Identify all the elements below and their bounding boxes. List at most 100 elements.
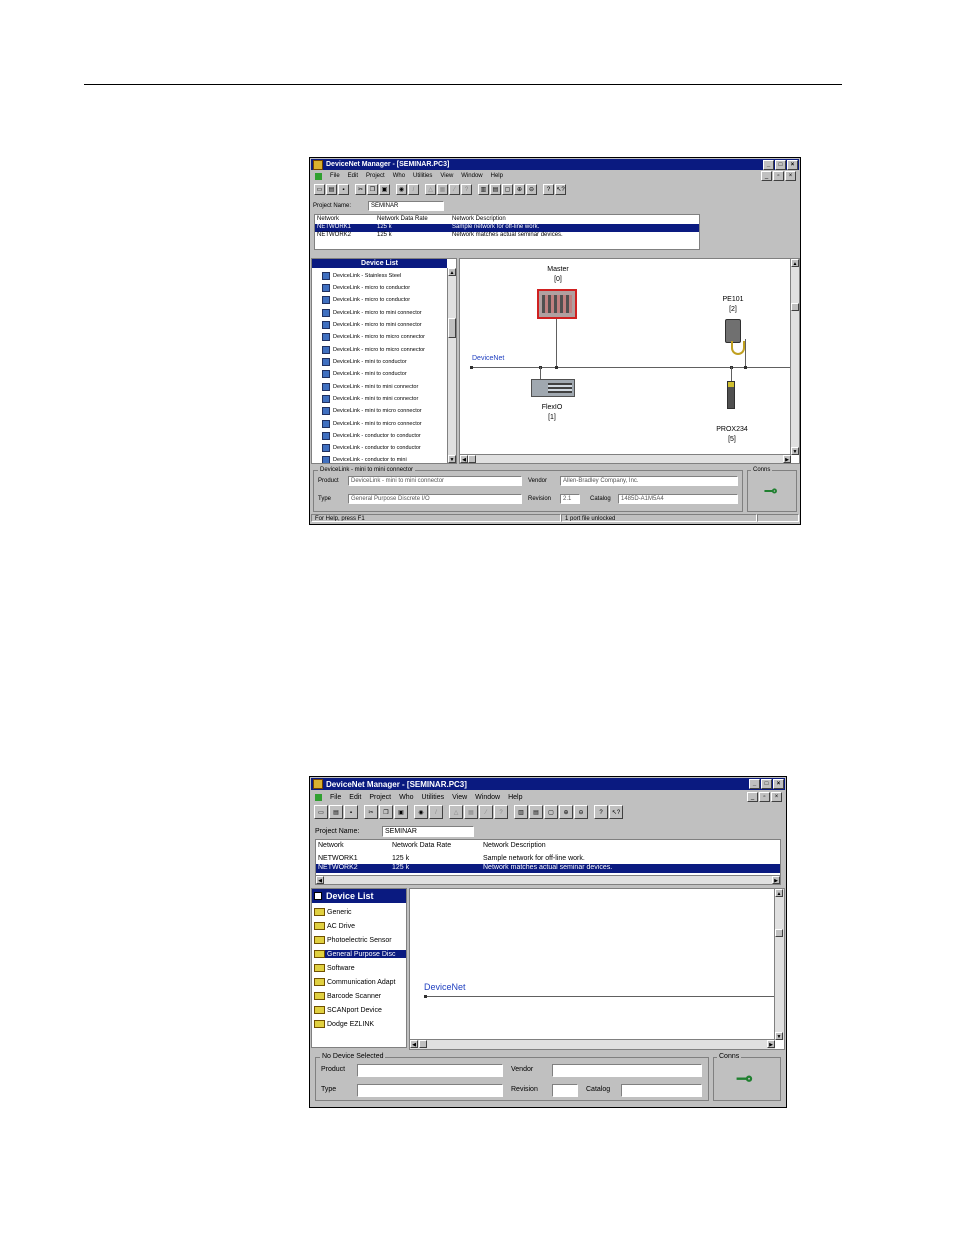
menu-window[interactable]: Window [475, 794, 500, 801]
scroll-up-icon[interactable]: ▲ [448, 268, 456, 276]
new-icon[interactable]: ▭ [314, 805, 328, 819]
tool-d-icon[interactable]: ? [494, 805, 508, 819]
who-icon[interactable]: ◉ [396, 183, 407, 195]
network-view[interactable]: Master [0] PE101 [2] DeviceNet FlexIO [1] P… [459, 258, 800, 464]
menu-help[interactable]: Help [508, 794, 522, 801]
proximity-sensor-icon[interactable] [727, 381, 735, 409]
tool-b-icon[interactable]: ▦ [437, 183, 448, 195]
copy-icon[interactable]: ❐ [379, 805, 393, 819]
list-item[interactable]: Communication Adapt [314, 978, 395, 986]
scroll-right-icon[interactable]: ▶ [772, 876, 780, 884]
menu-edit[interactable]: Edit [348, 173, 358, 179]
tool-d-icon[interactable]: ? [461, 183, 472, 195]
menu-who[interactable]: Who [393, 173, 405, 179]
close-button[interactable]: × [773, 779, 784, 789]
layout-3-icon[interactable]: ▢ [544, 805, 558, 819]
menu-utilities[interactable]: Utilities [413, 173, 432, 179]
scanner-device-icon[interactable] [537, 289, 577, 319]
save-icon[interactable]: ▪ [344, 805, 358, 819]
catalog-field[interactable]: 1485D-A1M5A4 [618, 494, 738, 504]
scroll-thumb[interactable] [791, 303, 799, 311]
list-item[interactable]: Dodge EZLINK [314, 1020, 374, 1028]
menu-file[interactable]: File [330, 794, 341, 801]
table-row[interactable]: NETWORK2 125 k Network matches actual se… [316, 864, 780, 873]
list-item[interactable]: DeviceLink - mini to micro connector [322, 407, 422, 415]
layout-2-icon[interactable]: ▤ [529, 805, 543, 819]
tool-c-icon[interactable]: ⁄ [449, 183, 460, 195]
scroll-thumb[interactable] [775, 929, 783, 937]
help-icon[interactable]: ? [543, 183, 554, 195]
menu-window[interactable]: Window [461, 173, 482, 179]
menu-view[interactable]: View [440, 173, 453, 179]
project-name-field[interactable]: SEMINAR [382, 826, 474, 837]
menu-view[interactable]: View [452, 794, 467, 801]
layout-2-icon[interactable]: ▤ [490, 183, 501, 195]
scroll-left-icon[interactable]: ◀ [410, 1040, 418, 1048]
table-row[interactable]: NETWORK1 125 k Sample network for off-li… [316, 855, 780, 864]
catalog-field[interactable] [621, 1084, 702, 1097]
revision-field[interactable] [552, 1084, 578, 1097]
device-list-scrollbar[interactable]: ▲ ▼ [447, 268, 456, 463]
type-field[interactable]: General Purpose Discrete I/O [348, 494, 522, 504]
device-list-toggle-icon[interactable] [314, 892, 322, 900]
scroll-up-icon[interactable]: ▲ [775, 889, 783, 897]
network-view-vscroll[interactable]: ▲ ▼ [774, 889, 784, 1040]
paste-icon[interactable]: ▣ [379, 183, 390, 195]
list-item[interactable]: AC Drive [314, 922, 355, 930]
tool-a-icon[interactable]: △ [449, 805, 463, 819]
network-view[interactable]: DeviceNet ▲ ▼ ◀ ▶ [409, 888, 785, 1050]
mdi-restore-button[interactable]: ▫ [773, 171, 784, 181]
layout-3-icon[interactable]: ▢ [502, 183, 513, 195]
tool-b-icon[interactable]: ▦ [464, 805, 478, 819]
network-view-vscroll[interactable]: ▲ ▼ [790, 259, 799, 455]
zoom-in-icon[interactable]: ⊕ [514, 183, 525, 195]
list-item[interactable]: DeviceLink - conductor to mini [322, 456, 407, 463]
table-row[interactable]: NETWORK1 125 k Sample network for off-li… [315, 224, 699, 232]
mdi-close-button[interactable]: × [785, 171, 796, 181]
list-item[interactable]: DeviceLink - micro to conductor [322, 296, 410, 304]
scroll-up-icon[interactable]: ▲ [791, 259, 799, 267]
list-item[interactable]: DeviceLink - conductor to conductor [322, 444, 421, 452]
list-item[interactable]: DeviceLink - micro to micro connector [322, 346, 425, 354]
mdi-minimize-button[interactable]: _ [761, 171, 772, 181]
scroll-left-icon[interactable]: ◀ [460, 455, 468, 463]
connector-icon[interactable]: ⊸ [764, 481, 777, 501]
menu-utilities[interactable]: Utilities [422, 794, 445, 801]
menu-help[interactable]: Help [491, 173, 503, 179]
layout-1-icon[interactable]: ▥ [478, 183, 489, 195]
maximize-button[interactable]: □ [775, 159, 786, 170]
zoom-out-icon[interactable]: ⊖ [526, 183, 537, 195]
network-view-hscroll[interactable]: ◀ ▶ [460, 454, 791, 463]
save-icon[interactable]: ▪ [338, 183, 349, 195]
list-item[interactable]: DeviceLink - micro to micro connector [322, 333, 425, 341]
list-item[interactable]: DeviceLink - micro to mini connector [322, 309, 422, 317]
copy-icon[interactable]: ❐ [367, 183, 378, 195]
open-icon[interactable]: ▤ [326, 183, 337, 195]
cut-icon[interactable]: ✂ [355, 183, 366, 195]
scroll-right-icon[interactable]: ▶ [767, 1040, 775, 1048]
photoeye-device-icon[interactable] [725, 319, 741, 343]
edit-icon[interactable]: / [408, 183, 419, 195]
mdi-minimize-button[interactable]: _ [747, 792, 758, 802]
network-view-hscroll[interactable]: ◀ ▶ [410, 1039, 775, 1049]
project-name-field[interactable]: SEMINAR [368, 201, 444, 211]
list-item[interactable]: Barcode Scanner [314, 992, 381, 1000]
mdi-close-button[interactable]: × [771, 792, 782, 802]
menu-project[interactable]: Project [369, 794, 391, 801]
list-item[interactable]: DeviceLink - micro to conductor [322, 284, 410, 292]
open-icon[interactable]: ▤ [329, 805, 343, 819]
menu-file[interactable]: File [330, 173, 340, 179]
table-row[interactable]: NETWORK2 125 k Network matches actual se… [315, 232, 699, 240]
scroll-down-icon[interactable]: ▼ [448, 455, 456, 463]
list-item[interactable]: DeviceLink - micro to mini connector [322, 321, 422, 329]
menu-edit[interactable]: Edit [349, 794, 361, 801]
context-help-icon[interactable]: ↖? [555, 183, 566, 195]
scroll-left-icon[interactable]: ◀ [316, 876, 324, 884]
list-item[interactable]: SCANport Device [314, 1006, 382, 1014]
tool-c-icon[interactable]: ⁄ [479, 805, 493, 819]
cut-icon[interactable]: ✂ [364, 805, 378, 819]
edit-icon[interactable]: / [429, 805, 443, 819]
list-item[interactable]: DeviceLink - mini to conductor [322, 358, 407, 366]
zoom-in-icon[interactable]: ⊕ [559, 805, 573, 819]
product-field[interactable] [357, 1064, 503, 1077]
